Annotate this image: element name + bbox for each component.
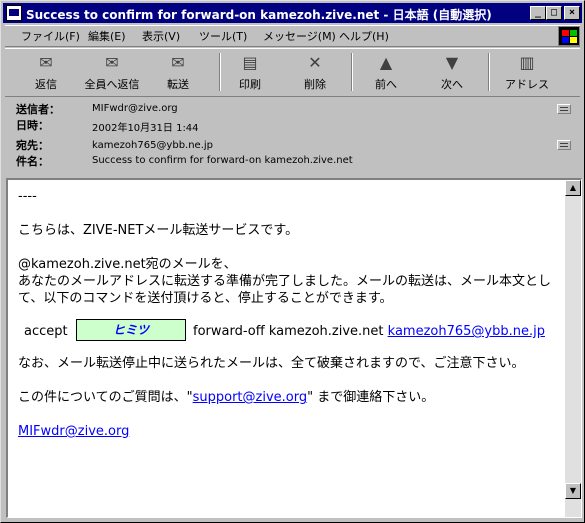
- body-line-1: @kamezoh.zive.net宛のメールを、: [18, 257, 237, 272]
- forward-button[interactable]: ✉ 転送: [155, 51, 201, 93]
- print-label: 印刷: [239, 78, 261, 91]
- from-expand-button[interactable]: [557, 104, 571, 114]
- delete-button[interactable]: ✕ 削除: [292, 51, 338, 93]
- address-book-button[interactable]: ▥ アドレス: [500, 51, 554, 93]
- signature-email-link[interactable]: MIFwdr@zive.org: [18, 424, 129, 439]
- menu-edit[interactable]: 編集(E): [88, 28, 126, 44]
- reply-all-icon: ✉: [105, 53, 119, 72]
- message-body-pane[interactable]: ---- こちらは、ZIVE-NETメール転送サービスです。 @kamezoh.…: [6, 178, 582, 518]
- menu-message[interactable]: メッセージ(M): [263, 28, 336, 44]
- address-book-label: アドレス: [505, 78, 549, 91]
- reply-all-button[interactable]: ✉ 全員へ返信: [77, 51, 147, 93]
- menu-view[interactable]: 表示(V): [142, 28, 180, 44]
- secret-field: ヒミツ: [76, 319, 186, 341]
- reply-all-label: 全員へ返信: [84, 78, 140, 91]
- scroll-down-button[interactable]: ▼: [565, 483, 581, 499]
- from-label: 送信者：: [16, 103, 60, 116]
- print-button[interactable]: ▤ 印刷: [227, 51, 273, 93]
- next-label: 次へ: [441, 78, 463, 91]
- close-button[interactable]: ×: [564, 6, 580, 20]
- to-label: 宛先：: [16, 139, 49, 152]
- delete-label: 削除: [304, 78, 326, 91]
- reply-icon: ✉: [39, 53, 53, 72]
- next-button[interactable]: ▼ 次へ: [429, 51, 475, 93]
- forward-label: 転送: [167, 78, 189, 91]
- contact-text: この件についてのご質問は、"support@zive.org" まで御連絡下さい…: [18, 389, 558, 406]
- windows-logo-icon: [558, 26, 580, 46]
- to-value: kamezoh765@ybb.ne.jp: [92, 140, 214, 151]
- command-text: forward-off kamezoh.zive.net: [193, 324, 384, 339]
- menu-help[interactable]: ヘルプ(H): [339, 28, 389, 44]
- print-icon: ▤: [242, 53, 258, 72]
- toolbar-separator: [219, 53, 221, 91]
- reply-button[interactable]: ✉ 返信: [23, 51, 69, 93]
- date-value: 2002年10月31日 1:44: [92, 123, 199, 134]
- to-expand-button[interactable]: [557, 140, 571, 150]
- accept-text: accept: [24, 324, 68, 339]
- window-title: Success to confirm for forward-on kamezo…: [26, 8, 492, 22]
- toolbar-separator: [351, 53, 353, 91]
- minimize-button[interactable]: _: [530, 6, 546, 20]
- command-email-link[interactable]: kamezoh765@ybb.ne.jp: [388, 324, 545, 339]
- subject-value: Success to confirm for forward-on kamezo…: [92, 155, 353, 166]
- forward-icon: ✉: [171, 53, 185, 72]
- previous-icon: ▲: [379, 53, 393, 72]
- delete-icon: ✕: [308, 53, 322, 72]
- vertical-scrollbar[interactable]: ▲ ▼: [565, 180, 581, 517]
- command-line: forward-off kamezoh.zive.net kamezoh765@…: [193, 323, 545, 340]
- command-row: accept ヒミツ forward-off kamezoh.zive.net …: [18, 319, 558, 345]
- scroll-up-button[interactable]: ▲: [565, 180, 581, 196]
- next-icon: ▼: [445, 53, 459, 72]
- previous-label: 前へ: [375, 78, 397, 91]
- support-email-link[interactable]: support@zive.org: [193, 390, 308, 405]
- message-header: 送信者： MIFwdr@zive.org 日時： 2002年10月31日 1:4…: [5, 97, 580, 175]
- message-window: Success to confirm for forward-on kamezo…: [0, 0, 585, 523]
- contact-pre-text: この件についてのご質問は、": [18, 390, 193, 405]
- previous-button[interactable]: ▲ 前へ: [363, 51, 409, 93]
- address-book-icon: ▥: [519, 53, 535, 72]
- from-value: MIFwdr@zive.org: [92, 103, 178, 114]
- note-text: なお、メール転送停止中に送られたメールは、全て破棄されますので、ご注意下さい。: [18, 356, 525, 371]
- menu-bar: ファイル(F) 編集(E) 表示(V) ツール(T) メッセージ(M) ヘルプ(…: [5, 25, 580, 47]
- reply-label: 返信: [35, 78, 57, 91]
- toolbar-separator: [488, 53, 490, 91]
- menu-file[interactable]: ファイル(F): [21, 28, 80, 44]
- body-line-2: あなたのメールアドレスに転送する準備が完了しました。メールの転送は、メール本文と…: [18, 274, 552, 306]
- date-label: 日時：: [16, 119, 49, 132]
- app-icon[interactable]: [6, 5, 22, 21]
- contact-post-text: " まで御連絡下さい。: [307, 390, 435, 405]
- separator-text: ----: [18, 189, 37, 204]
- maximize-button[interactable]: □: [546, 6, 562, 20]
- menu-tools[interactable]: ツール(T): [199, 28, 247, 44]
- toolbar: ✉ 返信 ✉ 全員へ返信 ✉ 転送 ▤ 印刷 ✕ 削除 ▲ 前へ ▼ 次へ ▥ …: [5, 48, 580, 97]
- message-body[interactable]: ---- こちらは、ZIVE-NETメール転送サービスです。 @kamezoh.…: [18, 188, 558, 440]
- intro-text: こちらは、ZIVE-NETメール転送サービスです。: [18, 223, 299, 238]
- title-bar[interactable]: Success to confirm for forward-on kamezo…: [3, 3, 582, 23]
- subject-label: 件名：: [16, 155, 49, 168]
